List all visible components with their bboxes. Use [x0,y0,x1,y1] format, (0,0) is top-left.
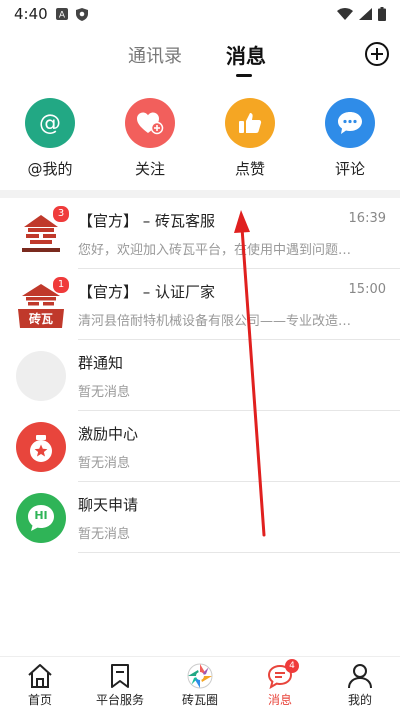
svg-text:A: A [59,11,66,21]
list-item[interactable]: 砖瓦 1 【官方】 – 认证厂家 15:00 清河县倍耐特机械设备有限公司——专… [0,269,400,340]
quick-action-comments[interactable]: 评论 [310,98,390,179]
battery-icon [378,7,386,21]
list-item[interactable]: 群通知 暂无消息 [0,340,400,411]
message-title: 【官方】 – 认证厂家 [78,283,216,301]
signal-icon [359,8,372,20]
tab-messages[interactable]: 消息 [226,40,266,69]
nav-label: 砖瓦圈 [181,693,218,707]
message-list: 3 【官方】 – 砖瓦客服 16:39 您好，欢迎加入砖瓦平台，在使用中遇到问题… [0,198,400,553]
message-title: 激励中心 [78,425,139,443]
user-icon [346,662,374,690]
quick-action-label: 关注 [134,160,165,178]
quick-action-mentions[interactable]: @ @我的 [10,98,90,179]
active-tab-indicator [236,74,252,77]
status-bar: 4:40 A [0,0,400,28]
unread-badge: 3 [52,205,70,223]
message-preview: 暂无消息 [78,527,131,542]
nav-label: 平台服务 [95,693,144,707]
list-item[interactable]: 3 【官方】 – 砖瓦客服 16:39 您好，欢迎加入砖瓦平台，在使用中遇到问题… [0,198,400,269]
plus-circle-icon[interactable] [364,41,390,67]
thumbs-up-icon [225,98,275,148]
aperture-icon [186,662,214,690]
wifi-icon [337,8,353,20]
message-time: 15:00 [348,282,386,297]
header: 通讯录 消息 [0,28,400,82]
message-title: 【官方】 – 砖瓦客服 [78,212,216,230]
quick-action-label: 评论 [334,160,365,178]
group-avatar [16,351,66,401]
hi-avatar: HI [16,493,66,543]
message-icon: 4 [266,659,299,690]
section-separator [0,190,400,198]
nav-home[interactable]: 首页 [0,657,80,712]
nav-label: 首页 [27,693,52,707]
message-preview: 暂无消息 [78,385,131,400]
quick-actions: @ @我的 关注 点赞 评论 [0,98,400,188]
tab-contacts[interactable]: 通讯录 [128,42,182,68]
message-preview: 清河县倍耐特机械设备有限公司——专业改造石… [78,314,358,329]
nav-messages[interactable]: 4 消息 [240,657,320,712]
message-preview: 暂无消息 [78,456,131,471]
list-item[interactable]: HI 聊天申请 暂无消息 [0,482,400,553]
status-time: 4:40 [14,5,48,23]
at-icon: @ [25,98,75,148]
reward-avatar [16,422,66,472]
bottom-nav: 首页 平台服务 砖瓦圈 4 消息 我的 [0,656,400,712]
avatar-text: HI [34,509,48,522]
nav-label: 我的 [347,693,372,707]
brick-logo-avatar: 3 [16,205,70,259]
nav-brick-circle[interactable]: 砖瓦圈 [160,657,240,712]
svg-text:@: @ [39,111,61,136]
brick-tile-logo-avatar: 砖瓦 1 [16,276,70,330]
message-title: 群通知 [78,354,124,372]
a-notification-icon: A [55,8,68,21]
quick-action-likes[interactable]: 点赞 [210,98,290,179]
quick-action-label: @我的 [27,160,73,178]
quick-action-follow[interactable]: 关注 [110,98,190,179]
row-divider [78,552,400,553]
nav-me[interactable]: 我的 [320,657,400,712]
quick-action-label: 点赞 [234,160,265,178]
message-time: 16:39 [348,211,386,226]
unread-badge: 1 [52,276,70,294]
chat-bubble-icon [325,98,375,148]
list-item[interactable]: 激励中心 暂无消息 [0,411,400,482]
avatar-text: 砖瓦 [28,312,53,326]
nav-platform-service[interactable]: 平台服务 [80,657,160,712]
home-icon [26,662,54,690]
message-preview: 您好，欢迎加入砖瓦平台，在使用中遇到问题… [78,243,352,258]
heart-plus-icon [125,98,175,148]
nav-label: 消息 [267,693,292,707]
nav-unread-badge: 4 [285,659,299,673]
shield-icon [75,7,88,21]
bookmark-icon [106,662,134,690]
message-title: 聊天申请 [78,496,139,514]
